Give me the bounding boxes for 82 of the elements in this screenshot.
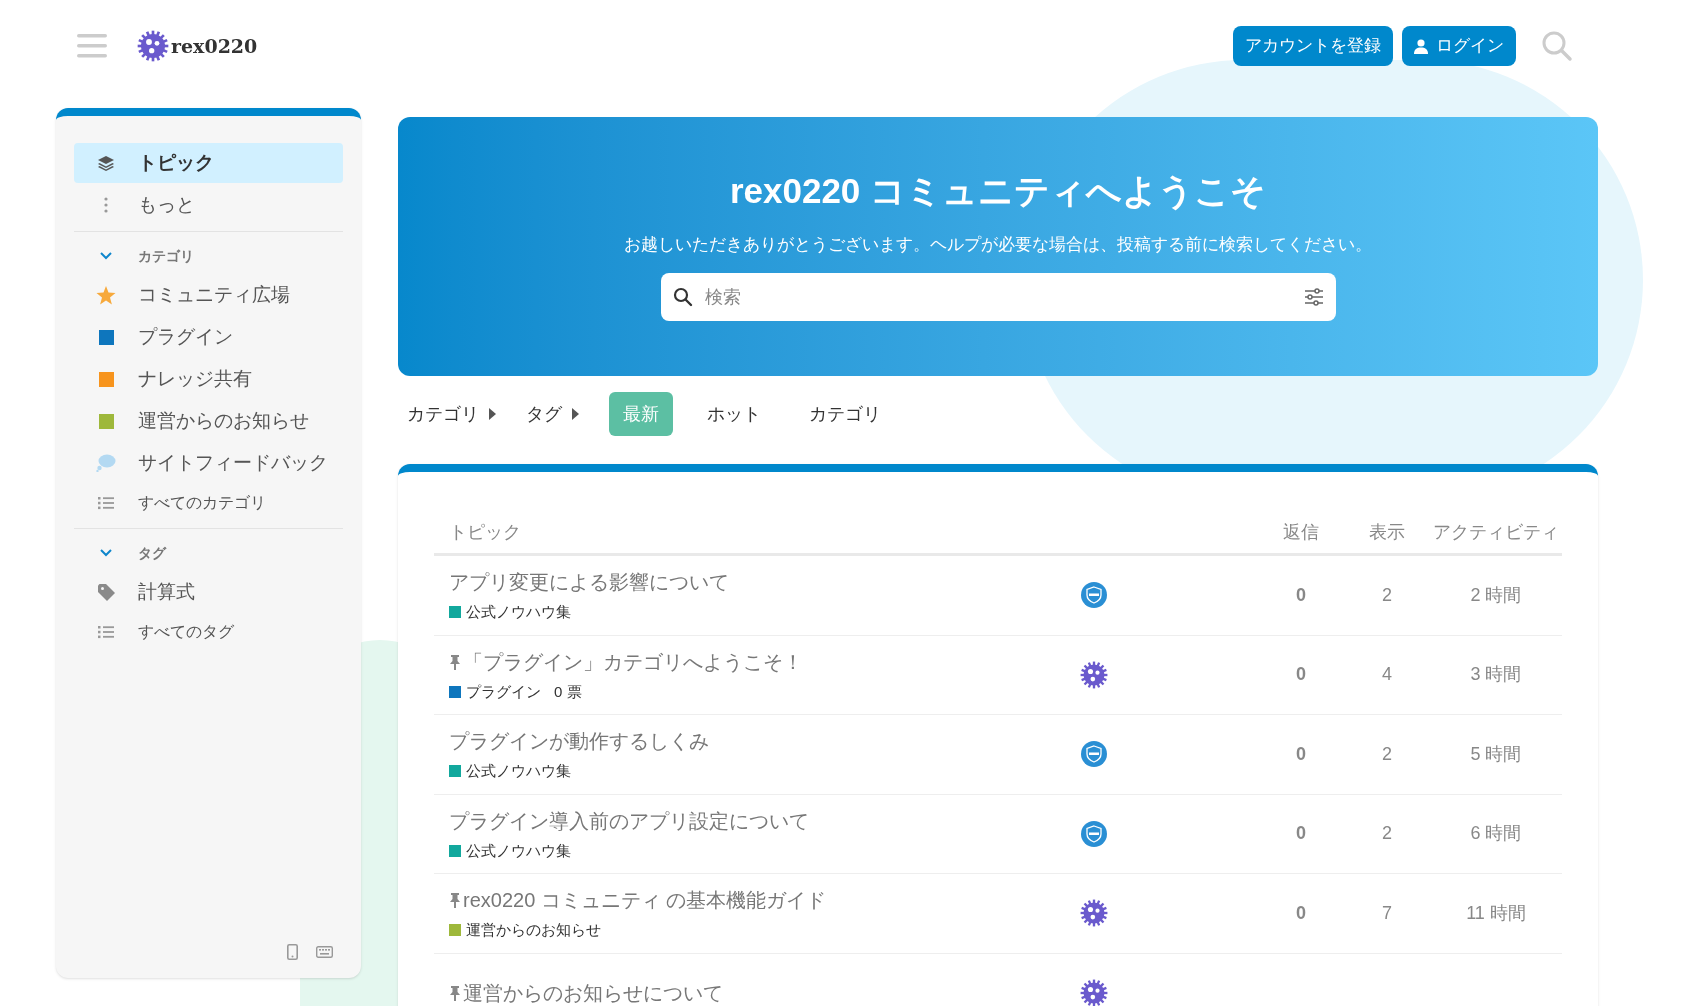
reply-count: 0 (1295, 663, 1307, 687)
search-icon[interactable] (1541, 30, 1573, 62)
topic-title[interactable]: rex0220 コミュニティ の基本機能ガイド (463, 885, 827, 915)
column-header[interactable]: アクティビティ (1430, 519, 1562, 546)
activity-time: 11 時間 (1465, 901, 1527, 925)
column-header: トピック (448, 521, 522, 544)
search-field[interactable]: 検索 (704, 283, 1292, 311)
chevron-icon[interactable] (100, 252, 112, 260)
reply-count: 0 (1295, 822, 1307, 846)
sidebar-link[interactable]: サイトフィードバック (138, 448, 328, 478)
list-tab[interactable]: カテゴリ (795, 392, 895, 436)
topic-row[interactable]: rex0220 コミュニティ の基本機能ガイド 運営からのお知らせ 0 7 11 時間 (434, 874, 1562, 954)
view-count: 2 (1381, 742, 1393, 766)
topic-row[interactable]: プラグイン導入前のアプリ設定について 公式ノウハウ集 0 2 6 時間 (434, 794, 1562, 874)
category-link[interactable]: 運営からのお知らせ (466, 919, 601, 942)
staff-shield-icon (1080, 819, 1108, 848)
view-count: 7 (1381, 901, 1393, 925)
column-header[interactable]: 表示 (1344, 519, 1430, 546)
category-link[interactable]: プラグイン (466, 680, 541, 703)
caret-icon (572, 408, 579, 420)
staff-shield-icon (1080, 581, 1108, 610)
sidebar-link[interactable]: すべてのタグ (138, 620, 234, 644)
activity-time: 3 時間 (1469, 663, 1523, 687)
list-icon (98, 625, 114, 639)
vertical-dots-icon (104, 197, 108, 213)
gear-avatar-icon (1080, 660, 1108, 689)
sidebar-nav-item[interactable]: もっと (74, 185, 343, 225)
filter-dropdown[interactable]: カテゴリ (407, 400, 496, 428)
reply-count: 0 (1295, 901, 1307, 925)
section-heading[interactable]: タグ (138, 542, 166, 564)
view-count: 2 (1381, 822, 1393, 846)
login-button[interactable]: ログイン (1402, 26, 1516, 66)
sidebar-link[interactable]: すべてのカテゴリ (138, 491, 266, 515)
list-icon (98, 496, 114, 510)
gear-avatar-icon (1080, 899, 1108, 928)
sidebar-link[interactable]: 計算式 (138, 577, 195, 607)
category-link[interactable]: 公式ノウハウ集 (466, 760, 571, 783)
topic-title[interactable]: アプリ変更による影響について (449, 567, 729, 597)
sidebar-link[interactable]: コミュニティ広場 (138, 280, 290, 310)
category-link[interactable]: 公式ノウハウ集 (466, 601, 571, 624)
topic-row[interactable]: アプリ変更による影響について 公式ノウハウ集 0 2 2 時間 (434, 556, 1562, 636)
topic-row[interactable]: 運営からのお知らせについて (434, 953, 1562, 1006)
topic-title[interactable]: プラグイン導入前のアプリ設定について (449, 805, 809, 836)
layers-icon (97, 155, 115, 171)
caret-icon (489, 408, 496, 420)
topic-row[interactable]: プラグインが動作するしくみ 公式ノウハウ集 0 2 5 時間 (434, 715, 1562, 795)
filter-dropdown[interactable]: タグ (526, 400, 579, 428)
topic-row[interactable]: 「プラグイン」カテゴリへようこそ！ プラグイン 0 票 0 4 3 時間 (434, 635, 1562, 715)
banner-title: rex0220 コミュニティへようこそ (729, 170, 1267, 213)
topic-title[interactable]: 「プラグイン」カテゴリへようこそ！ (463, 646, 803, 677)
search-bar[interactable]: 検索 (660, 273, 1336, 321)
list-tab[interactable]: ホット (693, 392, 775, 436)
reply-count: 0 (1295, 742, 1307, 766)
sidebar-link[interactable]: ナレッジ共有 (138, 364, 252, 394)
activity-time: 6 時間 (1469, 822, 1523, 846)
vote-count: 0 票 (554, 681, 582, 702)
sidebar-link[interactable]: プラグイン (138, 322, 233, 352)
user-icon (1414, 38, 1428, 54)
banner-subtitle: お越しいただきありがとうございます。ヘルプが必要な場合は、投稿する前に検索してください。 (624, 233, 1372, 256)
keyboard-icon[interactable] (316, 946, 333, 958)
column-header[interactable]: 返信 (1258, 519, 1344, 546)
category-link[interactable]: 公式ノウハウ集 (466, 839, 571, 862)
gear-logo-icon (137, 30, 169, 62)
activity-time: 2 時間 (1469, 583, 1523, 607)
tag-icon (97, 583, 115, 601)
signup-button[interactable]: アカウントを登録 (1233, 26, 1393, 66)
topic-title[interactable]: 運営からのお知らせについて (463, 977, 723, 1006)
topic-title[interactable]: プラグインが動作するしくみ (449, 726, 709, 756)
sidebar-nav-item[interactable]: トピック (74, 143, 343, 183)
menu-icon[interactable] (77, 34, 107, 58)
reply-count: 0 (1295, 583, 1307, 607)
staff-shield-icon (1080, 740, 1108, 769)
activity-time: 5 時間 (1469, 742, 1523, 766)
section-heading[interactable]: カテゴリ (138, 245, 194, 267)
chevron-icon[interactable] (100, 549, 112, 557)
view-count: 2 (1381, 583, 1393, 607)
site-name[interactable]: rex0220 (171, 31, 258, 61)
sidebar-link[interactable]: 運営からのお知らせ (138, 406, 309, 436)
phone-icon[interactable] (287, 944, 298, 960)
filter-sliders-icon[interactable] (1303, 288, 1324, 306)
search-icon (672, 287, 693, 307)
view-count: 4 (1381, 663, 1393, 687)
